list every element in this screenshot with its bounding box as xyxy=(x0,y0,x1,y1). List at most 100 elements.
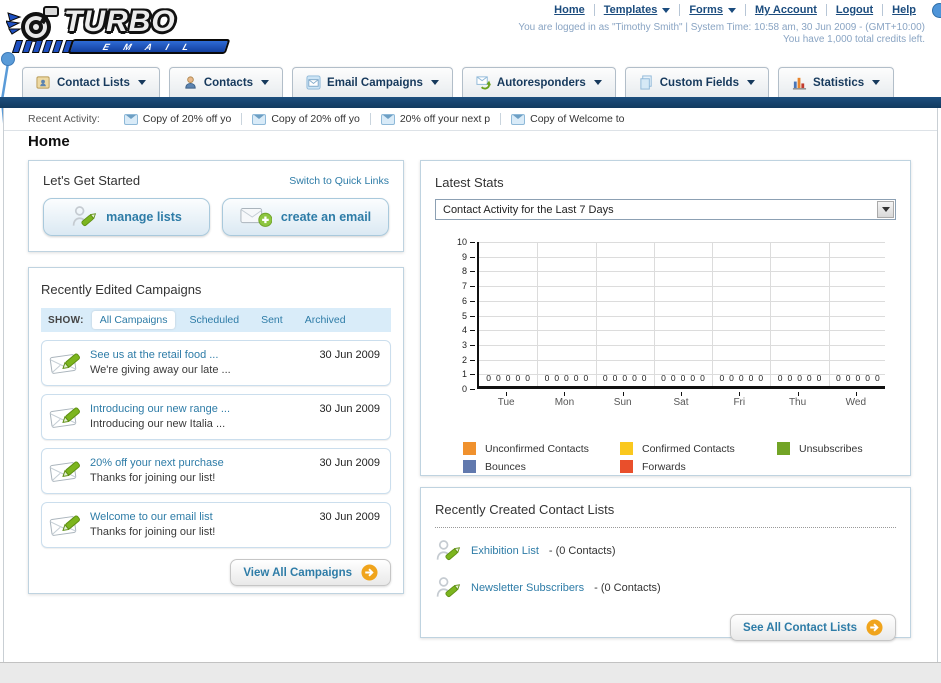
contact-list-row[interactable]: Exhibition List - (0 Contacts) xyxy=(435,537,896,565)
bar-value-group: 00000 xyxy=(596,373,654,383)
nav-my-account[interactable]: My Account xyxy=(746,4,827,16)
x-axis-tick-label: Sun xyxy=(613,397,632,408)
campaign-row[interactable]: See us at the retail food ... We're givi… xyxy=(41,340,391,386)
contact-list-link[interactable]: Newsletter Subscribers xyxy=(471,582,584,594)
legend-label: Unsubscribes xyxy=(799,442,863,455)
campaign-row[interactable]: Welcome to our email list Thanks for joi… xyxy=(41,502,391,548)
x-axis-tick-mark xyxy=(506,392,508,396)
recent-activity-bar: Recent Activity: Copy of 20% off yo Copy… xyxy=(4,108,937,131)
see-all-contact-lists-button[interactable]: See All Contact Lists xyxy=(730,614,896,641)
switch-quick-links-link[interactable]: Switch to Quick Links xyxy=(289,175,389,187)
y-axis-tick-mark xyxy=(470,286,475,288)
create-email-button[interactable]: create an email xyxy=(222,198,389,236)
legend-item: Confirmed Contacts xyxy=(620,442,777,455)
dropdown-arrow-icon xyxy=(261,80,270,85)
contact-list-row[interactable]: Newsletter Subscribers - (0 Contacts) xyxy=(435,574,896,602)
turbo-email-logo[interactable]: TURBO E M A I L xyxy=(5,3,241,58)
x-axis-tick-mark xyxy=(739,392,741,396)
y-axis-tick-mark xyxy=(470,374,475,376)
nav-forms[interactable]: Forms xyxy=(680,4,746,16)
tab-contact-lists[interactable]: Contact Lists xyxy=(22,67,160,97)
dotted-divider xyxy=(435,527,896,528)
recent-activity-item[interactable]: Copy of 20% off yo xyxy=(114,113,243,125)
bar-value-label: 0 xyxy=(612,373,618,383)
navy-divider-bar xyxy=(0,97,941,108)
y-axis-tick-label: 2 xyxy=(461,354,467,365)
manage-lists-button[interactable]: manage lists xyxy=(43,198,210,236)
nav-help[interactable]: Help xyxy=(883,4,925,16)
tab-statistics[interactable]: Statistics xyxy=(777,67,895,97)
bar-value-label: 0 xyxy=(758,373,764,383)
chart-gridline xyxy=(479,300,885,302)
tab-email-campaigns[interactable]: Email Campaigns xyxy=(292,67,453,97)
bar-value-group: 00000 xyxy=(712,373,770,383)
get-started-title: Let's Get Started xyxy=(43,173,141,188)
logo-speed-dashes xyxy=(11,40,74,53)
stats-period-select[interactable]: Contact Activity for the Last 7 Days xyxy=(435,199,896,220)
recent-activity-item[interactable]: 20% off your next p xyxy=(371,113,502,125)
bar-value-label: 0 xyxy=(661,373,666,383)
legend-label: Unconfirmed Contacts xyxy=(485,442,589,455)
chart-gridline xyxy=(479,359,885,361)
envelope-icon xyxy=(511,113,526,125)
autoresponders-icon xyxy=(476,76,491,90)
envelope-icon xyxy=(252,113,267,125)
envelope-plus-icon xyxy=(240,208,272,227)
help-bubble-icon[interactable] xyxy=(932,3,941,18)
person-pencil-icon xyxy=(72,206,97,227)
recent-activity-item[interactable]: Copy of Welcome to xyxy=(501,113,634,125)
filter-all-campaigns[interactable]: All Campaigns xyxy=(91,311,176,329)
dropdown-arrow-icon xyxy=(137,80,146,85)
recent-contact-lists-panel: Recently Created Contact Lists Exhibitio… xyxy=(420,487,911,641)
nav-home[interactable]: Home xyxy=(545,4,595,16)
email-campaigns-icon xyxy=(306,75,321,90)
select-arrow-icon xyxy=(877,201,894,218)
bar-value-label: 0 xyxy=(816,373,822,383)
nav-logout[interactable]: Logout xyxy=(827,4,884,16)
recent-activity-item[interactable]: Copy of 20% off yo xyxy=(242,113,371,125)
y-axis-tick-mark xyxy=(470,315,475,317)
nav-templates[interactable]: Templates xyxy=(595,4,681,16)
bar-value-label: 0 xyxy=(855,373,861,383)
bar-value-label: 0 xyxy=(554,373,560,383)
legend-item: Unconfirmed Contacts xyxy=(463,442,620,455)
y-axis-tick-label: 6 xyxy=(461,295,467,306)
tab-autoresponders[interactable]: Autoresponders xyxy=(461,67,616,97)
chart-gridline xyxy=(537,242,539,386)
campaign-row[interactable]: 20% off your next purchase Thanks for jo… xyxy=(41,448,391,494)
page-footer xyxy=(0,662,941,683)
contact-list-link[interactable]: Exhibition List xyxy=(471,545,539,557)
bar-value-group: 00000 xyxy=(537,373,595,383)
legend-item: Unsubscribes xyxy=(777,442,934,455)
chart-gridline xyxy=(479,344,885,346)
get-started-panel: Let's Get Started Switch to Quick Links … xyxy=(28,160,404,252)
y-axis-tick-label: 5 xyxy=(461,310,467,321)
latest-stats-panel: Latest Stats Contact Activity for the La… xyxy=(420,160,911,476)
y-axis-tick-label: 4 xyxy=(461,325,467,336)
bar-value-label: 0 xyxy=(602,373,608,383)
chart-plot-area: 00000000000000000000000000000000000 xyxy=(477,242,885,389)
campaign-date: 30 Jun 2009 xyxy=(319,403,380,415)
filter-archived[interactable]: Archived xyxy=(297,311,354,329)
y-axis-tick-mark xyxy=(470,344,475,346)
campaign-row[interactable]: Introducing our new range ... Introducin… xyxy=(41,394,391,440)
contacts-icon xyxy=(185,76,196,89)
tab-custom-fields[interactable]: Custom Fields xyxy=(624,67,769,97)
filter-sent[interactable]: Sent xyxy=(253,311,291,329)
bar-value-label: 0 xyxy=(787,373,793,383)
legend-label: Confirmed Contacts xyxy=(642,442,735,455)
filter-scheduled[interactable]: Scheduled xyxy=(181,311,247,329)
y-axis-tick-mark xyxy=(470,300,475,302)
contact-activity-chart: 00000000000000000000000000000000000 0123… xyxy=(435,230,896,426)
envelope-icon xyxy=(123,113,138,125)
bar-value-label: 0 xyxy=(515,373,521,383)
logo-wordmark: TURBO xyxy=(64,5,176,38)
y-axis-tick-label: 1 xyxy=(461,369,467,380)
bar-value-label: 0 xyxy=(544,373,550,383)
arrow-right-icon xyxy=(361,564,378,581)
view-all-campaigns-button[interactable]: View All Campaigns xyxy=(230,559,391,586)
bar-value-label: 0 xyxy=(748,373,754,383)
y-axis-tick-mark xyxy=(470,271,475,273)
tab-contacts[interactable]: Contacts xyxy=(168,67,284,97)
recent-campaigns-title: Recently Edited Campaigns xyxy=(41,282,202,297)
